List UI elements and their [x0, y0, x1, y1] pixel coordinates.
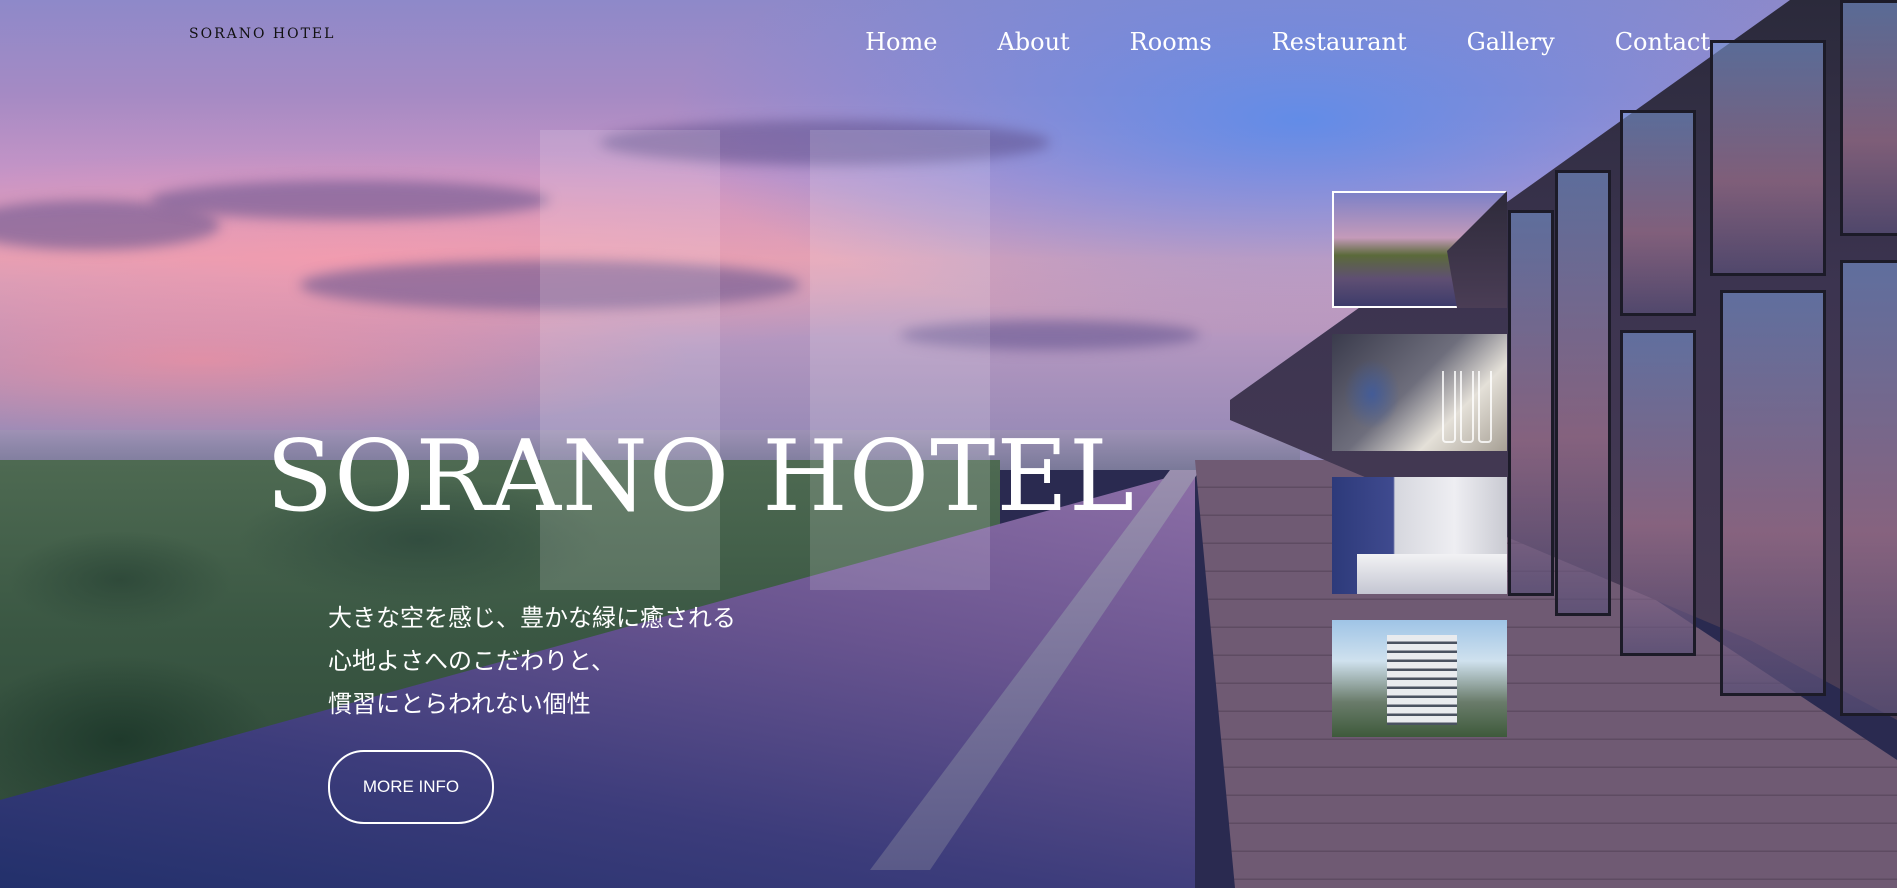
wine-glass-icon: [1442, 371, 1456, 443]
window-panel: [1508, 210, 1554, 596]
thumb-guest-room[interactable]: [1332, 477, 1507, 594]
cloud: [150, 180, 550, 220]
nav-rooms[interactable]: Rooms: [1130, 22, 1212, 62]
bed-icon: [1357, 554, 1507, 594]
tagline-line: 心地よさへのこだわりと、: [328, 647, 616, 675]
window-panel: [1720, 290, 1826, 696]
nav-contact[interactable]: Contact: [1615, 22, 1710, 62]
window-panel: [1620, 110, 1696, 316]
main-nav: Home About Rooms Restaurant Gallery Cont…: [805, 22, 1710, 62]
wine-glass-icon: [1478, 371, 1492, 443]
nav-home[interactable]: Home: [865, 22, 937, 62]
window-panel: [1710, 40, 1826, 276]
tagline-line: 慣習にとらわれない個性: [328, 690, 591, 718]
nav-gallery[interactable]: Gallery: [1467, 22, 1555, 62]
nav-restaurant[interactable]: Restaurant: [1272, 22, 1407, 62]
site-logo[interactable]: SORANO HOTEL: [189, 26, 335, 42]
more-info-button[interactable]: MORE INFO: [328, 750, 494, 824]
thumb-hotel-exterior[interactable]: [1332, 620, 1507, 737]
window-panel: [1620, 330, 1696, 656]
thumb-rooftop-pool[interactable]: [1332, 191, 1507, 308]
window-panel: [1555, 170, 1611, 616]
nav-about[interactable]: About: [997, 22, 1069, 62]
window-panel: [1840, 0, 1897, 236]
thumb-wine-glasses[interactable]: [1332, 334, 1507, 451]
wine-glass-icon: [1460, 371, 1474, 443]
building-icon: [1387, 635, 1457, 725]
gallery-thumbnails: [1332, 191, 1507, 763]
hero-title: SORANO HOTEL: [266, 420, 1136, 534]
tagline-line: 大きな空を感じ、豊かな緑に癒される: [328, 604, 736, 632]
hero-tagline: 大きな空を感じ、豊かな緑に癒される 心地よさへのこだわりと、 慣習にとらわれない…: [328, 597, 736, 726]
window-panel: [1840, 260, 1897, 716]
